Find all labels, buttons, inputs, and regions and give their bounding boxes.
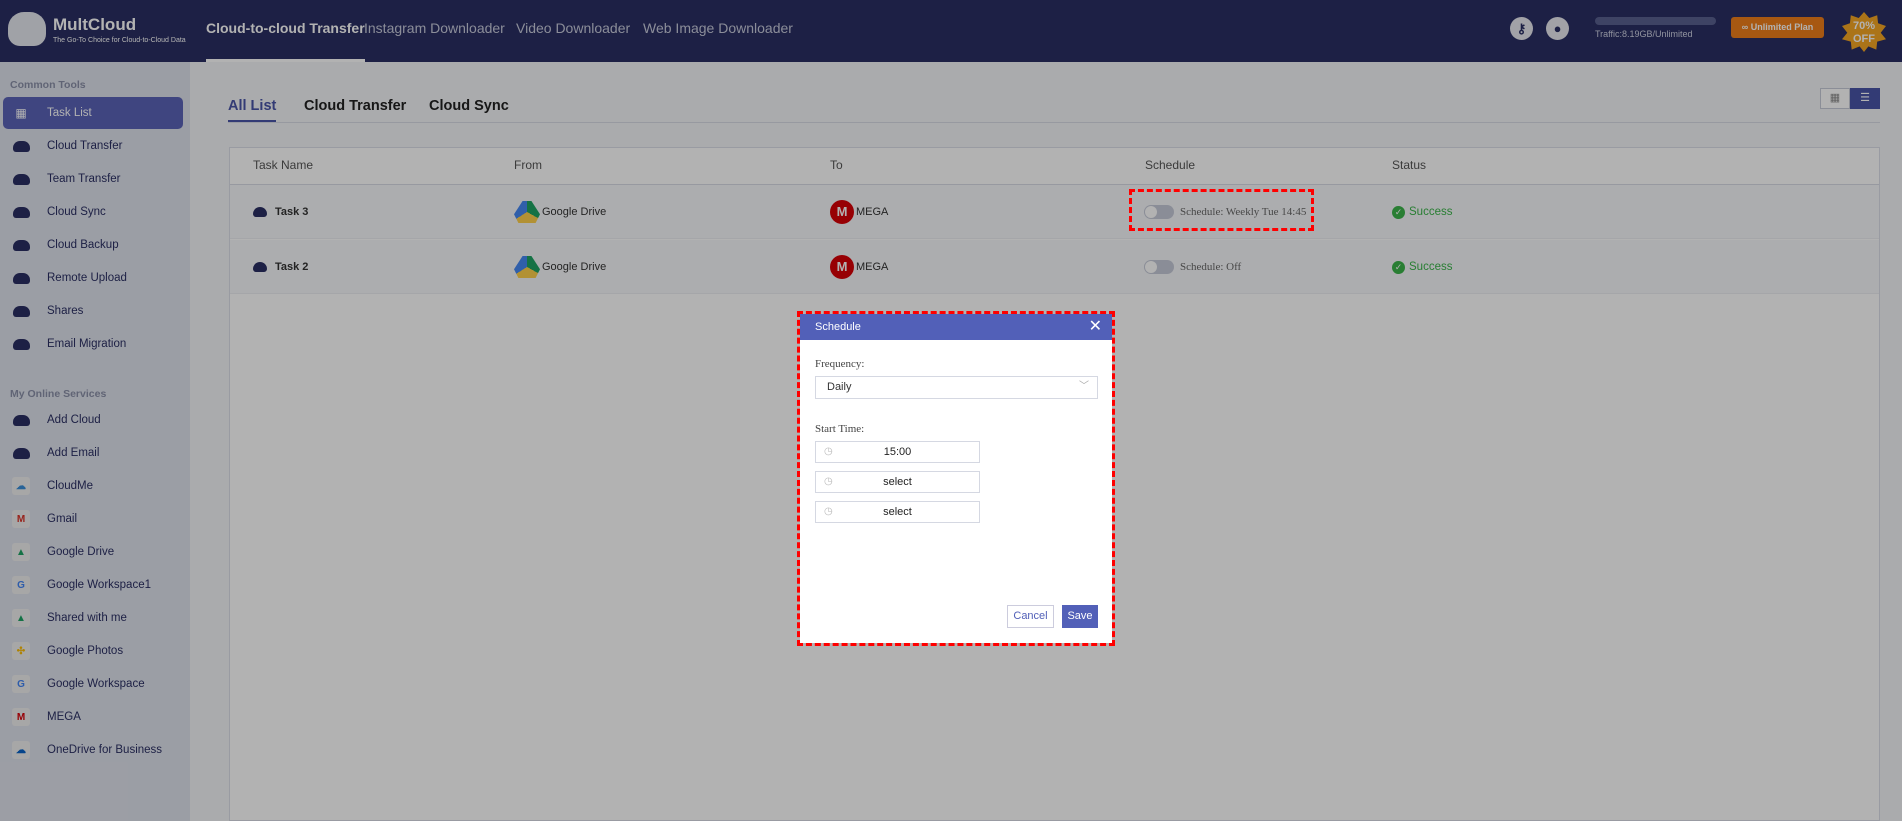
frequency-select[interactable]: Daily ﹀	[815, 376, 1098, 399]
time-value: select	[883, 506, 912, 518]
time-input-2[interactable]: ◷ select	[815, 471, 980, 493]
clock-icon: ◷	[824, 476, 833, 487]
time-input-3[interactable]: ◷ select	[815, 501, 980, 523]
time-value: 15:00	[883, 446, 912, 458]
dialog-title: Schedule	[815, 321, 861, 333]
frequency-value: Daily	[827, 381, 852, 393]
chevron-down-icon: ﹀	[1079, 381, 1089, 392]
frequency-label: Frequency:	[815, 358, 865, 370]
clock-icon: ◷	[824, 446, 833, 457]
close-icon[interactable]: ✕	[1089, 314, 1102, 340]
time-value: select	[883, 476, 912, 488]
start-time-label: Start Time:	[815, 423, 865, 435]
highlight-schedule-box	[1129, 189, 1314, 231]
time-input-1[interactable]: ◷ 15:00	[815, 441, 980, 463]
dialog-header: Schedule ✕	[800, 314, 1112, 340]
save-button[interactable]: Save	[1062, 605, 1098, 628]
clock-icon: ◷	[824, 506, 833, 517]
schedule-dialog: Schedule ✕ Frequency: Daily ﹀ Start Time: …	[800, 314, 1112, 643]
cancel-button[interactable]: Cancel	[1007, 605, 1054, 628]
